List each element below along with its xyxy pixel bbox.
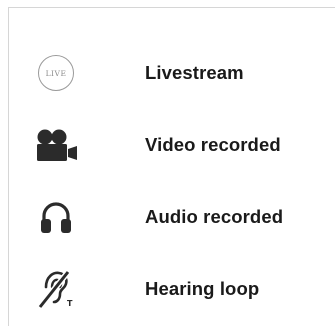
headphones-icon (33, 195, 79, 239)
legend-item-hearing-loop: T Hearing loop (33, 267, 259, 311)
livestream-icon: LIVE (33, 51, 79, 95)
legend-item-livestream: LIVE Livestream (33, 51, 244, 95)
svg-text:T: T (67, 299, 73, 308)
legend-label-audio: Audio recorded (145, 206, 284, 227)
live-badge-text: LIVE (38, 55, 74, 91)
legend-panel: LIVE Livestream Video recorded Audio rec… (8, 7, 335, 326)
legend-item-audio: Audio recorded (33, 195, 283, 239)
hearing-loop-icon: T (33, 267, 79, 311)
legend-label-video: Video recorded (145, 134, 281, 155)
legend-label-livestream: Livestream (145, 62, 244, 83)
legend-label-hearing-loop: Hearing loop (145, 278, 260, 299)
legend-item-video: Video recorded (33, 123, 281, 167)
video-camera-icon (33, 123, 79, 167)
